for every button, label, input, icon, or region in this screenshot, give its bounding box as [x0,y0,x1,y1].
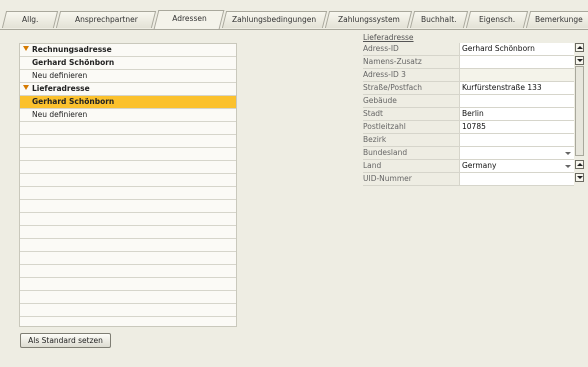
list-item [20,226,236,239]
scroll-up-icon[interactable] [575,160,584,169]
tab-buchhalt[interactable]: Buchhalt. [409,11,469,28]
field-label: Gebäude [363,95,459,108]
field-label: Postleitzahl [363,121,459,134]
field-label: Bezirk [363,134,459,147]
form-title: Lieferadresse [363,33,414,42]
field-row-address-id-3: Adress-ID 3 [363,69,588,82]
set-default-button[interactable]: Als Standard setzen [20,333,111,348]
field-row-state: Bundesland [363,147,588,160]
tab-zahlungssystem[interactable]: Zahlungssystem [324,11,413,28]
list-item [20,239,236,252]
list-item [20,252,236,265]
tab-allg[interactable]: Allg. [1,11,59,28]
field-row-street: Straße/Postfach Kurfürstenstraße 133 [363,82,588,95]
building-field[interactable] [459,95,574,108]
list-item [20,278,236,291]
field-label: Adress-ID [363,43,459,56]
field-row-building: Gebäude [363,95,588,108]
city-field[interactable]: Berlin [459,108,574,121]
postal-code-field[interactable]: 10785 [459,121,574,134]
scroll-down-icon[interactable] [575,173,584,182]
vat-id-field[interactable] [459,173,574,186]
field-label: UID-Nummer [363,173,459,186]
name-suffix-field[interactable] [459,56,574,69]
tab-adressen[interactable]: Adressen [153,10,225,29]
scroll-up-icon[interactable] [575,43,584,52]
field-row-city: Stadt Berlin [363,108,588,121]
list-item-delivery-name[interactable]: Gerhard Schönborn [20,96,236,109]
tab-ansprechpartner[interactable]: Ansprechpartner [55,11,157,28]
field-label: Namens-Zusatz [363,56,459,69]
list-item [20,122,236,135]
address-id-3-field[interactable] [459,69,574,82]
address-list: Rechnungsadresse Gerhard Schönborn Neu d… [19,43,237,327]
list-item [20,265,236,278]
field-row-address-id: Adress-ID Gerhard Schönborn [363,43,588,56]
district-field[interactable] [459,134,574,147]
tab-divider [0,29,588,30]
field-row-postal-code: Postleitzahl 10785 [363,121,588,134]
group-delivery-address[interactable]: Lieferadresse [20,83,236,96]
list-item [20,291,236,304]
scrollbar-track[interactable] [575,66,584,156]
group-billing-address[interactable]: Rechnungsadresse [20,44,236,57]
list-item [20,135,236,148]
list-item-billing-name[interactable]: Gerhard Schönborn [20,57,236,70]
scroll-down-icon[interactable] [575,56,584,65]
field-label: Straße/Postfach [363,82,459,95]
list-item [20,174,236,187]
list-item [20,187,236,200]
chevron-down-icon[interactable] [565,165,571,168]
field-row-name-suffix: Namens-Zusatz [363,56,588,69]
field-row-vat-id: UID-Nummer [363,173,588,186]
tab-bar: Allg. Ansprechpartner Adressen Zahlungsb… [1,10,588,29]
country-dropdown[interactable]: Germany [459,160,574,173]
collapse-triangle-icon[interactable] [23,46,29,51]
list-item [20,200,236,213]
chevron-down-icon[interactable] [565,152,571,155]
list-item [20,213,236,226]
list-item-billing-new[interactable]: Neu definieren [20,70,236,83]
tab-zahlungsbedingungen[interactable]: Zahlungsbedingungen [221,11,328,28]
field-label: Adress-ID 3 [363,69,459,82]
street-field[interactable]: Kurfürstenstraße 133 [459,82,574,95]
collapse-triangle-icon[interactable] [23,85,29,90]
tab-eigensch[interactable]: Eigensch. [465,11,529,28]
state-dropdown[interactable] [459,147,574,160]
field-label: Bundesland [363,147,459,160]
list-item [20,304,236,317]
field-label: Land [363,160,459,173]
field-label: Stadt [363,108,459,121]
tab-bemerkungen[interactable]: Bemerkunge [525,11,588,28]
list-item [20,161,236,174]
list-item [20,148,236,161]
list-item-delivery-new[interactable]: Neu definieren [20,109,236,122]
address-id-field[interactable]: Gerhard Schönborn [459,43,574,56]
field-row-country: Land Germany [363,160,588,173]
field-row-district: Bezirk [363,134,588,147]
